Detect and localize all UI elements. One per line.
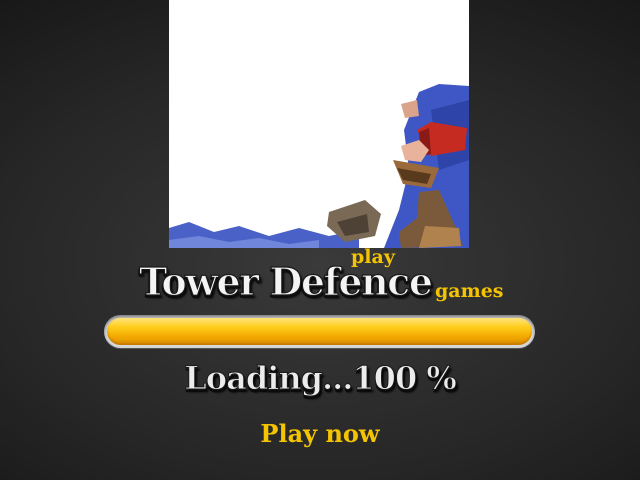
loading-progress-bar: [104, 315, 535, 348]
game-logo: play Tower Defence games: [0, 0, 640, 310]
loading-progress-fill: [107, 318, 532, 345]
play-now-button[interactable]: Play now: [0, 422, 640, 446]
loading-label: Loading...: [184, 359, 354, 397]
loading-status: Loading...100 %: [0, 359, 640, 397]
logo-title: Tower Defence: [138, 259, 433, 304]
loading-percent: 100 %: [352, 359, 457, 397]
logo-games-word: games: [435, 280, 504, 302]
